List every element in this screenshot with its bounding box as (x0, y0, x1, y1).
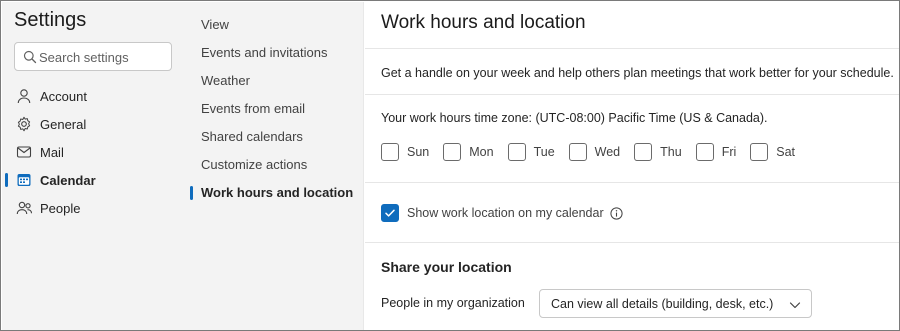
day-fri[interactable]: Fri (695, 143, 737, 161)
day-checkbox[interactable] (568, 143, 587, 161)
org-label: People in my organization (381, 296, 525, 310)
day-checkbox[interactable] (750, 143, 769, 161)
day-checkbox[interactable] (507, 143, 526, 161)
day-label: Wed (594, 145, 621, 159)
chevron-down-icon (789, 298, 801, 310)
day-thu[interactable]: Thu (634, 143, 682, 161)
mail-icon (15, 143, 33, 161)
people-icon (15, 199, 33, 217)
day-sun[interactable]: Sun (381, 143, 429, 161)
day-checkbox[interactable] (695, 143, 714, 161)
search-input[interactable] (39, 47, 167, 67)
subnav-item-weather[interactable]: Weather (188, 67, 364, 95)
workday-checkboxes: Sun Mon Tue Wed Thu Fri Sat (381, 143, 809, 161)
subnav-item-work-hours-and-location[interactable]: Work hours and location (188, 179, 364, 207)
divider (365, 242, 899, 243)
work-hours-panel: Work hours and location Get a handle on … (365, 2, 899, 330)
search-box[interactable] (14, 42, 172, 71)
day-label: Tue (533, 145, 555, 159)
divider (365, 182, 899, 183)
day-mon[interactable]: Mon (443, 143, 494, 161)
org-visibility-dropdown[interactable]: Can view all details (building, desk, et… (539, 289, 812, 318)
day-label: Fri (721, 145, 737, 159)
sidebar-item-label: Account (40, 88, 87, 104)
calendar-subnav: View Events and invitations Weather Even… (188, 2, 364, 330)
search-icon (23, 50, 37, 64)
subnav-item-events-from-email[interactable]: Events from email (188, 95, 364, 123)
sidebar-item-label: Mail (40, 144, 64, 160)
person-icon (15, 87, 33, 105)
divider (365, 94, 899, 95)
subnav-item-view[interactable]: View (188, 11, 364, 39)
day-wed[interactable]: Wed (568, 143, 621, 161)
day-label: Sat (776, 145, 796, 159)
subnav-list: View Events and invitations Weather Even… (188, 11, 364, 207)
subnav-item-events-and-invitations[interactable]: Events and invitations (188, 39, 364, 67)
divider (365, 48, 899, 49)
sidebar-item-mail[interactable]: Mail (2, 138, 188, 166)
subnav-item-customize-actions[interactable]: Customize actions (188, 151, 364, 179)
show-location-checkbox[interactable] (381, 204, 399, 222)
day-label: Mon (469, 145, 494, 159)
sidebar-item-general[interactable]: General (2, 110, 188, 138)
page-description: Get a handle on your week and help other… (381, 66, 894, 80)
calendar-icon (15, 171, 33, 189)
day-sat[interactable]: Sat (750, 143, 795, 161)
day-checkbox[interactable] (381, 143, 399, 161)
day-label: Thu (660, 145, 682, 159)
gear-icon (15, 115, 33, 133)
checkmark-icon (385, 209, 395, 217)
page-title: Work hours and location (381, 12, 586, 33)
sidebar-item-label: People (40, 200, 81, 216)
show-location-label: Show work location on my calendar (407, 206, 604, 220)
subnav-item-shared-calendars[interactable]: Shared calendars (188, 123, 364, 151)
sidebar-item-calendar[interactable]: Calendar (2, 166, 188, 194)
info-icon[interactable] (610, 206, 623, 220)
sidebar-item-people[interactable]: People (2, 194, 188, 222)
share-location-heading: Share your location (381, 259, 512, 275)
timezone-text: Your work hours time zone: (UTC-08:00) P… (381, 111, 768, 125)
dropdown-value: Can view all details (building, desk, et… (551, 297, 774, 311)
settings-window: Settings Account General (0, 0, 900, 331)
sidebar-item-label: General (40, 116, 87, 132)
sidebar-list: Account General Mail Calendar People (2, 82, 188, 222)
settings-sidebar: Settings Account General (2, 2, 188, 330)
show-location-option[interactable]: Show work location on my calendar (381, 204, 623, 222)
day-checkbox[interactable] (443, 143, 462, 161)
day-label: Sun (407, 145, 430, 159)
sidebar-item-label: Calendar (40, 172, 96, 188)
settings-title: Settings (14, 9, 87, 31)
day-tue[interactable]: Tue (507, 143, 555, 161)
day-checkbox[interactable] (634, 143, 653, 161)
sidebar-item-account[interactable]: Account (2, 82, 188, 110)
